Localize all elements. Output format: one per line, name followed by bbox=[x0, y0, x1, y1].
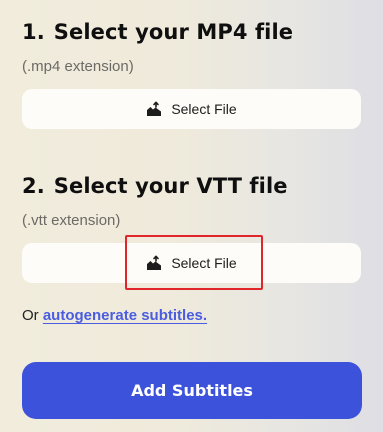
vtt-section-title: Select your VTT file bbox=[53, 174, 288, 198]
vtt-section-heading: 2. Select your VTT file bbox=[22, 172, 288, 200]
mp4-extension-hint: (.mp4 extension) bbox=[22, 58, 134, 75]
upload-icon bbox=[147, 255, 162, 270]
mp4-section-heading: 1. Select your MP4 file bbox=[22, 18, 293, 46]
select-vtt-file-label: Select File bbox=[171, 255, 237, 271]
mp4-step-number: 1. bbox=[22, 20, 45, 44]
add-subtitles-label: Add Subtitles bbox=[131, 381, 253, 400]
upload-icon bbox=[147, 101, 162, 116]
autogenerate-subtitles-link[interactable]: autogenerate subtitles. bbox=[43, 307, 207, 324]
select-vtt-file-button[interactable]: Select File bbox=[22, 243, 361, 283]
autogenerate-prefix: Or bbox=[22, 307, 39, 324]
autogenerate-line: Or autogenerate subtitles. bbox=[22, 306, 207, 326]
mp4-section-title: Select your MP4 file bbox=[53, 20, 294, 44]
select-mp4-file-button[interactable]: Select File bbox=[22, 89, 361, 129]
select-mp4-file-label: Select File bbox=[171, 101, 237, 117]
vtt-extension-hint: (.vtt extension) bbox=[22, 212, 121, 229]
vtt-step-number: 2. bbox=[22, 174, 45, 198]
add-subtitles-button[interactable]: Add Subtitles bbox=[22, 362, 362, 419]
